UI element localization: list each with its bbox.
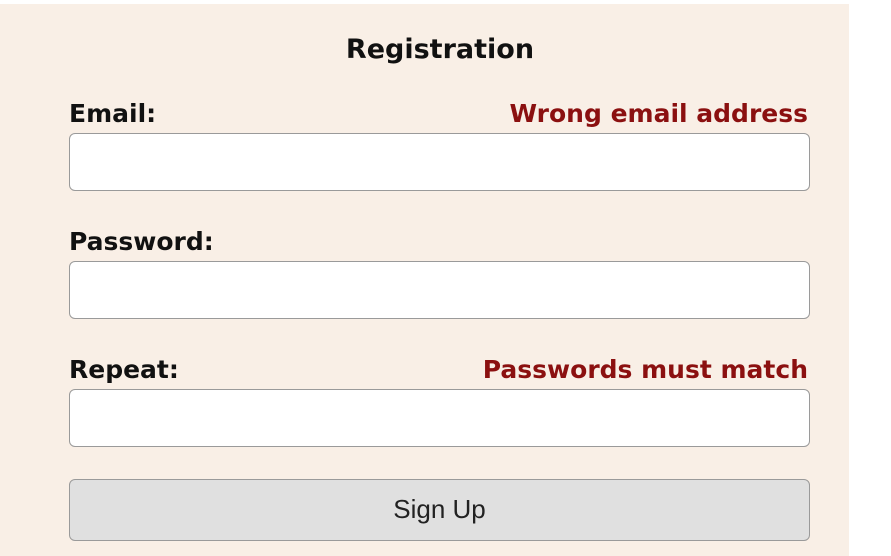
registration-form: Registration Email: Wrong email address … [0,4,849,556]
email-field[interactable] [69,133,810,191]
sign-up-button[interactable]: Sign Up [69,479,810,541]
repeat-password-field[interactable] [69,389,810,447]
form-title: Registration [345,34,535,65]
repeat-label: Repeat: [69,355,179,384]
repeat-error-message: Passwords must match [482,355,808,384]
email-label: Email: [69,99,157,128]
password-field[interactable] [69,261,810,319]
email-error-message: Wrong email address [509,99,808,128]
email-label-row: Email: Wrong email address [69,98,810,130]
repeat-label-row: Repeat: Passwords must match [69,354,810,386]
password-label-row: Password: [69,226,810,258]
password-label: Password: [69,227,214,256]
